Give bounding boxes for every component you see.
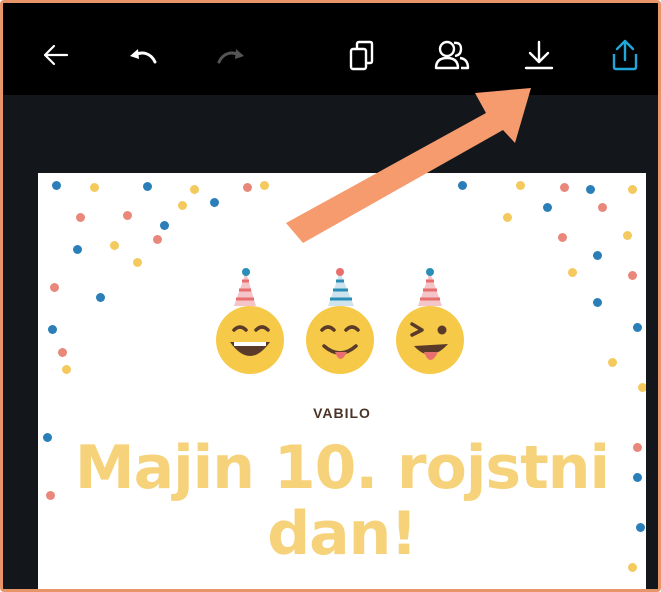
confetti-dot bbox=[90, 183, 99, 192]
redo-icon bbox=[217, 49, 244, 64]
confetti-dot bbox=[58, 348, 67, 357]
invitation-title-line-1: Majin 10. rojstni bbox=[74, 433, 610, 503]
confetti-dot bbox=[123, 211, 132, 220]
confetti-dot bbox=[73, 245, 82, 254]
confetti-dot bbox=[153, 235, 162, 244]
confetti-dot bbox=[243, 183, 252, 192]
confetti-dot bbox=[516, 181, 525, 190]
undo-button[interactable] bbox=[121, 33, 165, 77]
download-icon bbox=[524, 40, 554, 70]
download-button[interactable] bbox=[517, 33, 561, 77]
confetti-dot bbox=[52, 181, 61, 190]
confetti-dot bbox=[190, 185, 199, 194]
confetti-dot bbox=[598, 203, 607, 212]
confetti-dot bbox=[48, 325, 57, 334]
grinning-emoji-icon bbox=[216, 268, 284, 374]
invitation-eyebrow[interactable]: VABILO bbox=[38, 405, 646, 421]
party-emoji-icons bbox=[216, 268, 464, 374]
undo-icon bbox=[130, 49, 157, 64]
confetti-dot bbox=[560, 183, 569, 192]
confetti-dot bbox=[593, 298, 602, 307]
confetti-dot bbox=[62, 365, 71, 374]
confetti-dot bbox=[543, 203, 552, 212]
editor-toolbar bbox=[3, 3, 658, 95]
winking-tongue-emoji-icon bbox=[396, 268, 464, 374]
confetti-dot bbox=[210, 198, 219, 207]
confetti-dot bbox=[50, 283, 59, 292]
publish-button[interactable] bbox=[603, 33, 647, 77]
confetti-dot bbox=[628, 271, 637, 280]
confetti-dot bbox=[586, 185, 595, 194]
confetti-dot bbox=[503, 213, 512, 222]
back-arrow-icon bbox=[43, 44, 69, 66]
confetti-dot bbox=[260, 181, 269, 190]
invitation-title[interactable]: Majin 10. rojstni dan! bbox=[38, 435, 646, 567]
confetti-dot bbox=[133, 258, 142, 267]
confetti-dot bbox=[160, 221, 169, 230]
confetti-dot bbox=[628, 185, 637, 194]
confetti-dot bbox=[608, 358, 617, 367]
pages-icon bbox=[349, 40, 375, 71]
confetti-dot bbox=[568, 268, 577, 277]
confetti-dot bbox=[633, 323, 642, 332]
upload-share-icon bbox=[612, 39, 638, 71]
share-people-icon bbox=[434, 40, 470, 70]
back-button[interactable] bbox=[33, 33, 77, 77]
confetti-dot bbox=[638, 383, 646, 392]
confetti-dot bbox=[178, 201, 187, 210]
redo-button[interactable] bbox=[209, 33, 253, 77]
confetti-dot bbox=[593, 251, 602, 260]
confetti-dot bbox=[96, 293, 105, 302]
invitation-title-line-2: dan! bbox=[267, 499, 418, 569]
app-frame: VABILO Majin 10. rojstni dan! bbox=[0, 0, 661, 592]
confetti-dot bbox=[110, 241, 119, 250]
confetti-dot bbox=[76, 213, 85, 222]
confetti-dot bbox=[558, 233, 567, 242]
smiling-tongue-emoji-icon bbox=[306, 268, 374, 374]
pages-button[interactable] bbox=[341, 33, 385, 77]
collaborate-button[interactable] bbox=[430, 33, 474, 77]
confetti-dot bbox=[623, 231, 632, 240]
confetti-dot bbox=[143, 182, 152, 191]
confetti-dot bbox=[458, 181, 467, 190]
invitation-design-page[interactable]: VABILO Majin 10. rojstni dan! bbox=[38, 173, 646, 589]
